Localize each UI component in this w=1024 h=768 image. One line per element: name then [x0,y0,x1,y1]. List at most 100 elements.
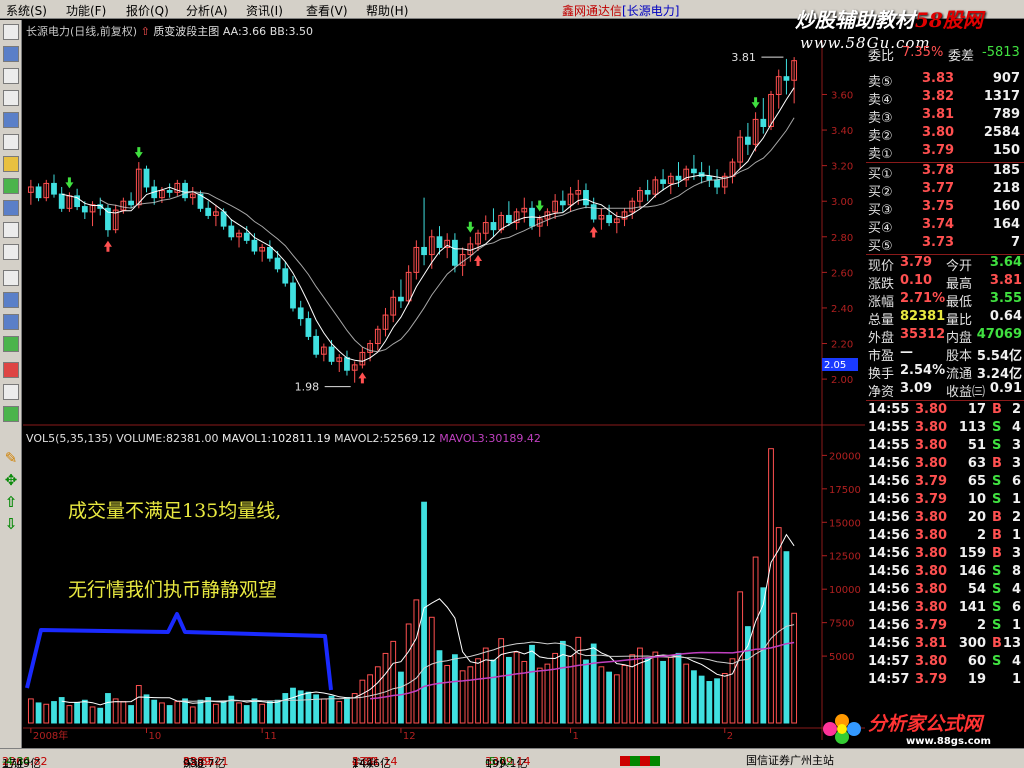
table-icon[interactable] [3,46,19,62]
stats-row: 涨跌 0.10 最高 3.81 [866,273,1024,292]
report-icon[interactable] [3,244,19,260]
arrow-down-icon[interactable]: ⇩ [3,516,19,532]
tick-side: S [992,438,1002,453]
tick-side: S [992,600,1002,615]
candle-body [452,239,458,266]
tick-price: 3.80 [915,402,948,417]
buy-volume: 7 [1010,235,1020,250]
stat-label: 涨跌 [868,277,895,292]
export-icon[interactable] [3,406,19,422]
menu-system[interactable]: 系统(S) [6,2,47,19]
candle-body [344,357,350,371]
tick-side: B [992,528,1002,543]
tick-count: 1 [1011,492,1021,507]
date-axis-label: 1 [573,731,579,742]
volume-bar [112,698,119,724]
candle-body [58,193,65,209]
tick-volume: 300 [958,636,986,651]
low-price-annotation: 1.98 [295,381,320,394]
date-axis-label: 11 [264,731,277,742]
sell-row: 卖⑤ 3.83 907 [866,71,1024,90]
tick-count: 1 [1011,528,1021,543]
volume-bar [698,675,705,724]
candle-body [35,186,42,199]
volume-bar [505,656,512,724]
users-icon[interactable] [3,178,19,194]
volume-bar [652,651,659,724]
volume-bar [174,701,181,724]
screen-icon[interactable] [3,314,19,330]
buy-row: 买④ 3.74 164 [866,217,1024,236]
window-icon[interactable] [3,112,19,128]
tick-count: 13 [1002,636,1021,651]
tick-row: 14:57 3.80 60 S 4 [866,654,1024,672]
buy-row: 买⑤ 3.73 7 [866,235,1024,254]
stat-value: 5.54亿 [976,349,1022,364]
volume-bar [598,666,605,724]
sell-level-label: 卖⑤ [868,75,893,90]
menu-view[interactable]: 查看(V) [306,2,348,19]
watermark-text-white: 炒股辅助教材 [795,8,915,32]
news-icon[interactable] [3,336,19,352]
logo-url: www.88gs.com [906,736,991,747]
volume-bar [444,664,451,724]
chart-canvas[interactable]: 3.60 3.40 3.20 3.00 2.80 2.60 2.40 2.20 2.00 2000… [23,20,865,748]
tick-side: B [992,636,1002,651]
candle-body [606,214,612,224]
volume-bar [189,706,196,724]
tick-row: 14:56 3.79 2 S 1 [866,618,1024,636]
money-icon[interactable] [3,362,19,378]
volume-bar [66,705,73,724]
volume-bar [74,702,81,724]
candle-body [421,246,427,256]
line-chart-icon[interactable] [3,68,19,84]
arrow-up-icon[interactable]: ⇧ [3,494,19,510]
volume-indicator-header: VOL5(5,35,135) VOLUME:82381.00 MAVOL1:10… [26,432,541,445]
sell-volume: 2584 [983,125,1020,140]
vol-axis-label: 20000 [829,451,861,462]
buy-level-label: 买① [868,167,893,182]
tick-count: 3 [1011,438,1021,453]
stat-value: 2.54% [900,363,946,378]
kline-chart[interactable]: 3.60 3.40 3.20 3.00 2.80 2.60 2.40 2.20 2.00 2000… [23,20,865,748]
buy-price: 3.77 [922,181,955,196]
menu-quote[interactable]: 报价(Q) [126,2,169,19]
candle-body [81,206,88,213]
tick-side: S [992,420,1002,435]
volume-bar [683,663,690,724]
sell-price: 3.83 [922,71,955,86]
rsi-icon[interactable] [3,292,19,308]
volume-bar [621,664,628,724]
menu-help[interactable]: 帮助(H) [366,2,408,19]
app-title: 鑫网通达信[长源电力] [562,2,679,19]
menu-analysis[interactable]: 分析(A) [186,2,228,19]
candle-body [305,318,312,337]
monitor-icon[interactable] [3,200,19,216]
date-axis-label: 12 [403,731,416,742]
search-icon[interactable] [3,222,19,238]
move-icon[interactable]: ✥ [3,472,19,488]
tick-volume: 159 [958,546,986,561]
document-icon[interactable] [3,270,19,286]
volume-bar [752,556,759,724]
candle-body [205,207,212,216]
kline-icon[interactable] [3,90,19,106]
tick-side: B [992,510,1002,525]
volume-bar [498,638,505,724]
tick-time: 14:57 [868,672,910,687]
stat-value: 0.64 [989,309,1022,324]
menu-function[interactable]: 功能(F) [66,2,106,19]
price-axis-label: 3.00 [831,197,853,208]
menu-info[interactable]: 资讯(I) [246,2,283,19]
blue-annotation-bracket [25,612,333,691]
grid-icon[interactable] [3,24,19,40]
stat-label: 最低 [946,295,973,310]
list-icon[interactable] [3,134,19,150]
candle-body [297,307,304,320]
tick-volume: 60 [967,654,986,669]
folder-icon[interactable] [3,156,19,172]
stat-value: 35312 [900,327,946,342]
tools-icon[interactable] [3,384,19,400]
pencil-icon[interactable]: ✎ [3,450,19,466]
candle-body [290,282,296,309]
